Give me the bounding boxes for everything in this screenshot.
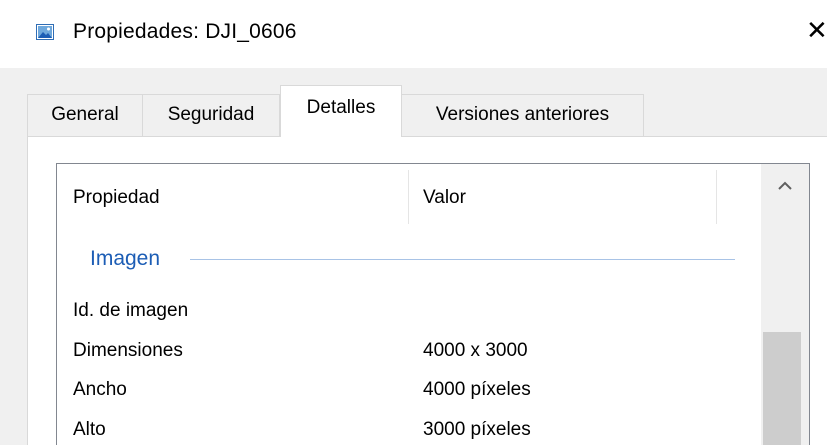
scroll-thumb[interactable] [763, 332, 801, 445]
property-value: 4000 píxeles [423, 379, 531, 400]
group-separator-line [190, 259, 735, 260]
property-name: Ancho [73, 379, 127, 400]
title-bar[interactable]: Propiedades: DJI_0606 ✕ [0, 0, 827, 68]
tab-general[interactable]: General [27, 94, 143, 136]
property-value: 4000 x 3000 [423, 340, 528, 361]
column-header-propiedad[interactable]: Propiedad [73, 174, 160, 222]
property-row[interactable]: Id. de imagen [73, 293, 188, 329]
property-row[interactable]: Ancho 4000 píxeles [73, 372, 531, 408]
property-name: Alto [73, 419, 106, 440]
property-row[interactable]: Alto 3000 píxeles [73, 412, 531, 448]
image-file-icon [36, 24, 54, 40]
window-title: Propiedades: DJI_0606 [73, 20, 297, 43]
chevron-up-icon [777, 179, 793, 196]
vertical-scrollbar[interactable] [761, 164, 809, 445]
column-divider[interactable] [408, 170, 409, 224]
tab-detalles[interactable]: Detalles [280, 85, 402, 137]
group-header-imagen[interactable]: Imagen [90, 245, 160, 273]
property-name: Dimensiones [73, 340, 183, 361]
tab-versiones-anteriores[interactable]: Versiones anteriores [401, 94, 644, 136]
property-name: Id. de imagen [73, 300, 189, 321]
close-button[interactable]: ✕ [806, 16, 827, 46]
column-header-valor[interactable]: Valor [423, 174, 466, 222]
scroll-up-button[interactable] [761, 172, 809, 206]
property-row[interactable]: Dimensiones 4000 x 3000 [73, 333, 528, 369]
column-divider[interactable] [716, 170, 717, 224]
property-value: 3000 píxeles [423, 419, 531, 440]
tab-seguridad[interactable]: Seguridad [142, 94, 280, 136]
